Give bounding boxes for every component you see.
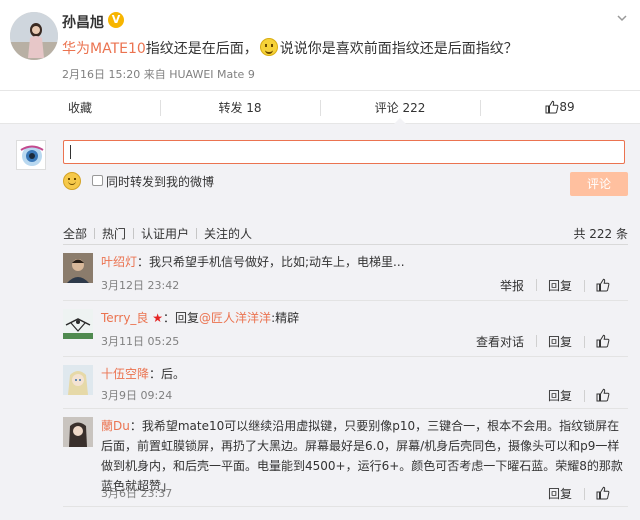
forward-button[interactable]: 转发 18 [160,91,320,123]
comment-count-label: 评论 222 [374,100,426,115]
filter-verified[interactable]: 认证用户 [134,225,196,242]
comment-text: :精辟 [271,311,300,325]
commenter-avatar[interactable] [63,365,93,395]
comment-text: ：我希望mate10可以继续沿用虚拟键，只要别像p10，三键合一，根本不会用。指… [101,419,623,493]
comment-actions: 举报 回复 [488,277,622,294]
like-count: 89 [559,100,575,114]
forward-checkbox-label[interactable]: 同时转发到我的微博 [106,173,214,190]
commenter-avatar[interactable] [63,417,93,447]
comment-text: ：我只希望手机信号做好，比如;动车上，电梯里... [137,255,405,269]
forward-label: 转发 18 [218,100,262,115]
reply-prefix: ：回复 [163,311,200,325]
thumbs-up-icon [596,388,610,402]
thumbs-up-icon [596,278,610,292]
thumbs-up-icon [545,100,559,114]
comment-time: 3月9日 09:24 [101,389,173,402]
reply-button[interactable]: 回复 [536,485,584,502]
post-meta: 2月16日 15:20 来自 HUAWEI Mate 9 [62,66,255,82]
chevron-down-icon[interactable] [616,12,628,24]
report-button[interactable]: 举报 [488,277,536,294]
filter-following[interactable]: 关注的人 [197,225,259,242]
comment-button[interactable]: 评论 222 [320,91,480,124]
comment-item: 十伍空降：后。 3月9日 09:24 回复 [63,357,628,409]
reply-button[interactable]: 回复 [535,333,584,350]
post-source[interactable]: HUAWEI Mate 9 [169,68,255,81]
commenter-avatar[interactable] [63,253,93,283]
author-avatar[interactable] [10,12,58,60]
comment-item: Terry_良 ★：回复@匠人洋洋洋:精辟 3月11日 05:25 查看对话 回… [63,301,628,357]
comment-time: 3月12日 23:42 [101,279,180,292]
post-action-bar: 收藏 转发 18 评论 222 89 [0,90,640,124]
weibo-post: 孙昌旭 V 华为MATE10指纹还是在后面， 说说你是喜欢前面指纹还是后面指纹？ … [0,0,640,90]
post-date[interactable]: 2月16日 15:20 [62,68,140,81]
comment-actions: 回复 [536,387,622,404]
post-text-part1: 指纹还是在后面， [145,41,258,57]
author-name[interactable]: 孙昌旭 [62,12,104,32]
like-button[interactable]: 89 [480,91,640,123]
emoji-picker-icon[interactable] [63,172,81,190]
filter-all[interactable]: 全部 [63,225,94,242]
comment-body: 蘭Du：我希望mate10可以继续沿用虚拟键，只要别像p10，三键合一，根本不会… [101,416,628,496]
comment-like-button[interactable] [584,278,622,293]
my-avatar [16,140,46,170]
comment-body: 十伍空降：后。 [101,364,628,384]
comment-like-button[interactable] [584,388,622,403]
post-topic-link[interactable]: 华为MATE10 [62,41,146,57]
comment-like-button[interactable] [584,486,622,501]
comment-like-button[interactable] [584,334,622,349]
text-caret [70,145,71,159]
post-text: 华为MATE10指纹还是在后面， 说说你是喜欢前面指纹还是后面指纹？ [62,38,518,58]
comment-actions: 回复 [536,485,622,502]
view-conversation-button[interactable]: 查看对话 [464,333,536,350]
comment-body: 叶绍灯：我只希望手机信号做好，比如;动车上，电梯里... [101,252,628,272]
verified-badge-icon: V [108,12,124,28]
commenter-name[interactable]: 蘭Du [101,419,130,433]
commenter-avatar[interactable] [63,309,93,339]
favorite-label: 收藏 [67,100,92,115]
comment-total: 共 222 条 [573,226,628,241]
commenter-name[interactable]: Terry_良 [101,311,148,325]
commenter-name[interactable]: 叶绍灯 [101,255,137,269]
forward-checkbox[interactable] [92,175,103,186]
submit-comment-button[interactable]: 评论 [570,172,628,196]
post-text-part2: 说说你是喜欢前面指纹还是后面指纹？ [279,41,518,57]
thumbs-up-icon [596,334,610,348]
reply-button[interactable]: 回复 [535,277,584,294]
filter-hot[interactable]: 热门 [95,225,133,242]
smile-emoji-icon [259,38,278,56]
favorite-button[interactable]: 收藏 [0,91,160,123]
mention-link[interactable]: @匠人洋洋洋 [199,311,271,325]
comment-item: 蘭Du：我希望mate10可以继续沿用虚拟键，只要别像p10，三键合一，根本不会… [63,409,628,507]
reply-button[interactable]: 回复 [536,387,584,404]
star-badge-icon: ★ [152,311,164,325]
comment-time: 3月6日 23:37 [101,487,173,500]
comment-list: 叶绍灯：我只希望手机信号做好，比如;动车上，电梯里... 3月12日 23:42… [63,244,628,507]
post-source-prefix: 来自 [143,68,166,81]
comment-text: ：后。 [149,367,186,381]
comment-actions: 查看对话 回复 [464,333,622,350]
comment-input[interactable] [63,140,625,164]
comment-filter-bar: 全部 热门 认证用户 关注的人 共 222 条 [63,222,628,244]
comment-time: 3月11日 05:25 [101,335,180,348]
thumbs-up-icon [596,486,610,500]
comment-item: 叶绍灯：我只希望手机信号做好，比如;动车上，电梯里... 3月12日 23:42… [63,245,628,301]
comment-section: 同时转发到我的微博 评论 全部 热门 认证用户 关注的人 共 222 条 叶绍灯… [0,124,640,520]
commenter-name[interactable]: 十伍空降 [101,367,149,381]
comment-body: Terry_良 ★：回复@匠人洋洋洋:精辟 [101,308,628,328]
